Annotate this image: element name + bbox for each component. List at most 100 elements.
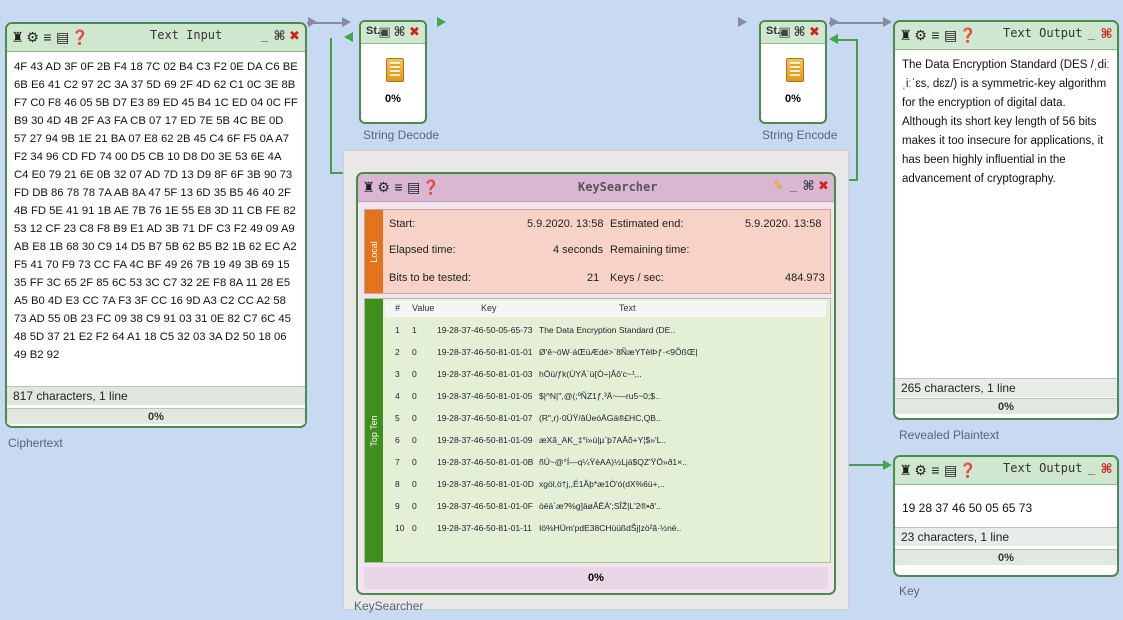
key-component[interactable]: ♜ ⚙ ≡ ▤ ❓ Text Output _ ⌘ 19 28 37 46 50… [893, 455, 1119, 577]
table-row[interactable]: 5 0 19-28-37-46-50-81-01-07 (R",r)·0ÜŸ/âÜeó… [385, 411, 826, 428]
component-caption: Key [899, 584, 920, 598]
text-output-area[interactable]: 19 28 37 46 50 05 65 73 [897, 495, 1115, 525]
keysearcher-component[interactable]: ♜ ⚙ ≡ ▤ ❓ KeySearcher ✎ _ ⌘ ✖ Local Star… [356, 172, 836, 595]
remaining-label: Remaining time: [610, 244, 690, 256]
cell-key: 19-28-37-46-50-81-01-07 [437, 413, 533, 423]
table-row[interactable]: 7 0 19-28-37-46-50-81-01-0B ñÚ~@°Í—q¼ŸèAA)½… [385, 455, 826, 472]
text-input-area[interactable]: 4F 43 AD 3F 0F 2B F4 18 7C 02 B4 C3 F2 0… [9, 54, 303, 379]
cell-value: 0 [412, 391, 417, 401]
close-icon[interactable]: ✖ [817, 178, 830, 194]
cell-num: 5 [395, 413, 400, 423]
connector-line [330, 38, 332, 172]
log-icon[interactable]: ≡ [929, 27, 942, 43]
component-caption: String Decode [363, 128, 440, 142]
cell-value: 0 [412, 457, 417, 467]
progress-label: 0% [385, 93, 401, 105]
connector-line [856, 39, 858, 180]
data-icon[interactable]: ▤ [944, 462, 957, 478]
table-row[interactable]: 8 0 19-28-37-46-50-81-01-0D xgöl,ö†j,,É1Âþ*… [385, 477, 826, 494]
table-row[interactable]: 1 1 19-28-37-46-50-05-65-73 The Data Encryp… [385, 323, 826, 340]
maximize-icon[interactable]: ▣ [378, 24, 391, 40]
component-caption: KeySearcher [354, 599, 424, 613]
restore-icon[interactable]: ⌘ [393, 24, 406, 40]
component-header[interactable]: St.. ▣ ⌘ ✖ [361, 22, 425, 44]
estimated-end-value: 5.9.2020. 13:58 [745, 218, 822, 230]
presentation-icon[interactable]: ♜ [11, 29, 24, 45]
close-icon[interactable]: ✖ [808, 24, 821, 40]
cell-value: 0 [412, 435, 417, 445]
status-text: 265 characters, 1 line [895, 378, 1117, 397]
workspace-canvas[interactable]: ♜ ⚙ ≡ ▤ ❓ Text Input _ ⌘ ✖ 4F 43 AD 3F 0… [0, 0, 1123, 620]
presentation-icon[interactable]: ♜ [899, 27, 912, 43]
log-icon[interactable]: ≡ [392, 179, 405, 195]
component-header[interactable]: St.. ▣ ⌘ ✖ [761, 22, 825, 44]
minimize-icon[interactable]: _ [1085, 26, 1098, 42]
start-value: 5.9.2020. 13:58 [527, 218, 604, 230]
table-row[interactable]: 9 0 19-28-37-46-50-81-01-0F òëä`æ?%g]äøÅÊÀ'… [385, 499, 826, 516]
data-icon[interactable]: ▤ [56, 29, 69, 45]
close-icon[interactable]: ✖ [408, 24, 421, 40]
cell-num: 9 [395, 501, 400, 511]
component-toolbar: ♜ ⚙ ≡ ▤ ❓ [899, 27, 976, 43]
local-stats-panel: Local Start: 5.9.2020. 13:58 Estimated e… [364, 209, 831, 294]
data-icon[interactable]: ▤ [944, 27, 957, 43]
minimize-icon[interactable]: _ [787, 178, 800, 194]
cell-key: 19-28-37-46-50-81-01-09 [437, 435, 533, 445]
status-text: 23 characters, 1 line [895, 527, 1117, 546]
cell-num: 8 [395, 479, 400, 489]
text-output-area[interactable]: The Data Encryption Standard (DES /ˌdiːˌ… [897, 52, 1115, 372]
close-icon[interactable]: ⌘ [1100, 26, 1113, 42]
maximize-icon[interactable]: ▣ [778, 24, 791, 40]
connector-arrow-icon [342, 17, 351, 27]
cell-num: 7 [395, 457, 400, 467]
string-encode-component[interactable]: St.. ▣ ⌘ ✖ 0% [759, 20, 827, 124]
settings-icon[interactable]: ⚙ [377, 179, 390, 195]
data-icon[interactable]: ▤ [407, 179, 420, 195]
progress-label: 0% [895, 549, 1117, 565]
maximize-icon[interactable]: ⌘ [802, 178, 815, 194]
table-row[interactable]: 4 0 19-28-37-46-50-81-01-05 $|^N|'',@(;ºÑZ1… [385, 389, 826, 406]
component-header[interactable]: ♜ ⚙ ≡ ▤ ❓ Text Output _ ⌘ [895, 22, 1117, 50]
table-row[interactable]: 10 0 19-28-37-46-50-81-01-11 Iö%HÜm'pdE38CH… [385, 521, 826, 538]
help-icon[interactable]: ❓ [959, 27, 976, 43]
cell-num: 4 [395, 391, 400, 401]
cell-key: 19-28-37-46-50-81-01-01 [437, 347, 533, 357]
cell-num: 2 [395, 347, 400, 357]
presentation-icon[interactable]: ♜ [362, 179, 375, 195]
minimize-icon[interactable]: _ [1085, 461, 1098, 477]
ciphertext-component[interactable]: ♜ ⚙ ≡ ▤ ❓ Text Input _ ⌘ ✖ 4F 43 AD 3F 0… [5, 22, 307, 428]
settings-icon[interactable]: ⚙ [914, 462, 927, 478]
component-header[interactable]: ♜ ⚙ ≡ ▤ ❓ Text Input _ ⌘ ✖ [7, 24, 305, 52]
cell-key: 19-28-37-46-50-81-01-0D [437, 479, 534, 489]
connector-line [846, 464, 886, 466]
component-header[interactable]: ♜ ⚙ ≡ ▤ ❓ Text Output _ ⌘ [895, 457, 1117, 485]
component-toolbar: ♜ ⚙ ≡ ▤ ❓ [362, 179, 439, 195]
cell-key: 19-28-37-46-50-81-01-03 [437, 369, 533, 379]
help-icon[interactable]: ❓ [959, 462, 976, 478]
component-toolbar: ♜ ⚙ ≡ ▤ ❓ [899, 462, 976, 478]
log-icon[interactable]: ≡ [929, 462, 942, 478]
component-header[interactable]: ♜ ⚙ ≡ ▤ ❓ KeySearcher ✎ _ ⌘ ✖ [358, 174, 834, 202]
settings-icon[interactable]: ⚙ [914, 27, 927, 43]
connector-arrow-icon [883, 17, 892, 27]
close-icon[interactable]: ✖ [288, 28, 301, 44]
presentation-icon[interactable]: ♜ [899, 462, 912, 478]
settings-icon[interactable]: ⚙ [26, 29, 39, 45]
help-icon[interactable]: ❓ [71, 29, 88, 45]
table-row[interactable]: 3 0 19-28-37-46-50-81-01-03 hÖü/ƒk(ÙYÄ`ü{Ò÷… [385, 367, 826, 384]
component-title: Text Output [1003, 26, 1083, 40]
edit-icon[interactable]: ✎ [772, 178, 785, 194]
connector-arrow-icon [344, 32, 353, 42]
status-text: 817 characters, 1 line [7, 386, 305, 405]
help-icon[interactable]: ❓ [422, 179, 439, 195]
minimize-icon[interactable]: _ [258, 28, 271, 44]
log-icon[interactable]: ≡ [41, 29, 54, 45]
restore-icon[interactable]: ⌘ [793, 24, 806, 40]
close-icon[interactable]: ⌘ [1100, 461, 1113, 477]
string-decode-component[interactable]: St.. ▣ ⌘ ✖ 0% [359, 20, 427, 124]
top-ten-panel: Top Ten # Value Key Text 1 1 19-28-37-46-5… [364, 298, 831, 563]
table-row[interactable]: 2 0 19-28-37-46-50-81-01-01 Ø'ê~öW·äŒüÆdé>`… [385, 345, 826, 362]
plaintext-component[interactable]: ♜ ⚙ ≡ ▤ ❓ Text Output _ ⌘ The Data Encry… [893, 20, 1119, 420]
maximize-icon[interactable]: ⌘ [273, 28, 286, 44]
table-row[interactable]: 6 0 19-28-37-46-50-81-01-09 æXã_AK_‡°i»ú|µ`… [385, 433, 826, 450]
